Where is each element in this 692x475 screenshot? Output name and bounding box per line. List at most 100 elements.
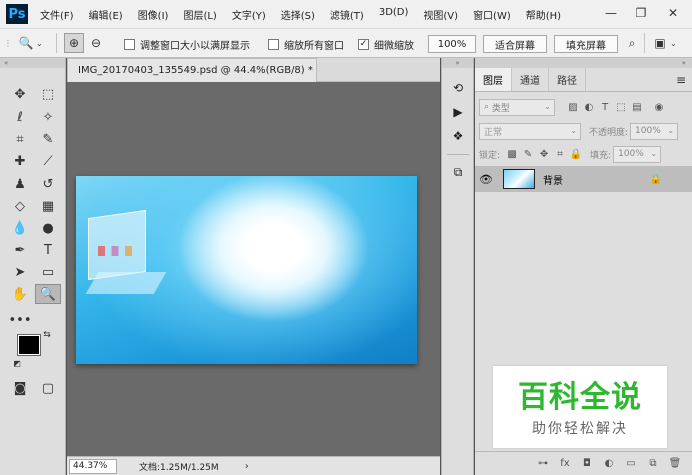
pen-tool-icon[interactable]: ✒	[7, 240, 33, 260]
properties-panel-icon[interactable]: ⧉	[447, 162, 469, 182]
filter-smart-object-icon[interactable]: ▤	[629, 99, 645, 115]
menu-select[interactable]: 选择(S)	[281, 7, 315, 22]
lock-all-icon[interactable]: 🔒	[568, 146, 584, 162]
zoom-all-checkbox[interactable]	[268, 39, 279, 50]
default-colors-icon[interactable]: ◩	[10, 356, 24, 370]
hand-tool-icon[interactable]: ✋	[7, 284, 33, 304]
zoom-out-icon[interactable]: ⊖	[86, 33, 106, 53]
move-tool-icon[interactable]: ✥	[7, 84, 33, 104]
grip-icon: ⋮	[4, 38, 12, 48]
quick-mask-icon[interactable]: ◙	[7, 378, 33, 398]
zoom-tool-icon[interactable]: 🔍	[35, 284, 61, 304]
new-layer-icon[interactable]: ⧉	[642, 458, 664, 469]
path-selection-tool-icon[interactable]: ➤	[7, 262, 33, 282]
status-zoom-input[interactable]: 44.37%	[69, 458, 117, 474]
screen-mode-icon[interactable]: ▢	[35, 378, 61, 398]
menu-image[interactable]: 图像(I)	[138, 7, 169, 22]
adjustment-icon[interactable]: ◐	[598, 458, 620, 469]
eye-icon[interactable]: 👁	[475, 173, 497, 186]
trash-icon[interactable]: 🗑	[664, 458, 686, 469]
panel-collapse-icon[interactable]: «	[0, 58, 65, 68]
status-menu-icon[interactable]: ›	[245, 461, 249, 472]
actions-panel-icon[interactable]: ▶	[447, 102, 469, 122]
tab-channels[interactable]: 通道	[512, 68, 549, 91]
fit-screen-button[interactable]: 适合屏幕	[483, 35, 547, 53]
blend-mode-select[interactable]: 正常 ⌄	[479, 122, 581, 140]
mask-icon[interactable]: ◘	[576, 458, 598, 469]
zoom-tool-preset-icon[interactable]: 🔍	[16, 33, 36, 53]
menu-file[interactable]: 文件(F)	[40, 7, 74, 22]
filter-toggle-icon[interactable]: ◉	[651, 99, 667, 115]
document-tab[interactable]: IMG_20170403_135549.psd @ 44.4%(RGB/8) *…	[67, 58, 330, 82]
marquee-tool-icon[interactable]: ⬚	[35, 84, 61, 104]
eraser-tool-icon[interactable]: ◇	[7, 196, 33, 216]
resize-windows-checkbox[interactable]	[124, 39, 135, 50]
zoom-percent-button[interactable]: 100%	[428, 35, 476, 53]
stand-print	[98, 246, 132, 256]
type-tool-icon[interactable]: T	[35, 240, 61, 260]
menu-view[interactable]: 视图(V)	[423, 7, 458, 22]
layer-row[interactable]: 👁 背景 🔒	[475, 166, 692, 192]
filter-kind-select[interactable]: ⌕ 类型 ⌄	[479, 98, 555, 116]
history-panel-icon[interactable]: ⟲	[447, 78, 469, 98]
clone-stamp-tool-icon[interactable]: ♟	[7, 174, 33, 194]
swap-colors-icon[interactable]: ⇆	[40, 328, 54, 342]
foreground-color-swatch[interactable]	[17, 334, 41, 356]
fill-screen-button[interactable]: 填充屏幕	[554, 35, 618, 53]
filter-adjustment-icon[interactable]: ◐	[581, 99, 597, 115]
filter-pixel-icon[interactable]: ▨	[565, 99, 581, 115]
acrylic-stand	[88, 209, 146, 281]
fx-icon[interactable]: fx	[554, 458, 576, 469]
menu-3d[interactable]: 3D(D)	[379, 7, 409, 22]
blur-tool-icon[interactable]: 💧	[7, 218, 33, 238]
tab-paths[interactable]: 路径	[549, 68, 586, 91]
eyedropper-tool-icon[interactable]: ✎	[35, 129, 61, 149]
fill-input[interactable]: 100% ⌄	[613, 145, 662, 163]
filter-type-icon[interactable]: T	[597, 99, 613, 115]
divider	[644, 33, 645, 53]
scrubby-zoom-label: 细微缩放	[374, 41, 414, 52]
panel-collapse-icon[interactable]: »	[442, 58, 473, 68]
scrubby-zoom-checkbox[interactable]: ✓	[358, 39, 369, 50]
zoom-in-icon[interactable]: ⊕	[64, 33, 84, 53]
healing-brush-tool-icon[interactable]: ✚	[7, 151, 33, 171]
rectangle-tool-icon[interactable]: ▭	[35, 262, 61, 282]
crop-tool-icon[interactable]: ⌗	[7, 129, 33, 149]
magic-wand-tool-icon[interactable]: ✧	[35, 107, 61, 127]
menu-type[interactable]: 文字(Y)	[232, 7, 266, 22]
3d-panel-icon[interactable]: ❖	[447, 126, 469, 146]
folder-icon[interactable]: ▭	[620, 458, 642, 469]
close-button[interactable]: ✕	[662, 4, 684, 22]
dodge-tool-icon[interactable]: ●	[35, 218, 61, 238]
gradient-tool-icon[interactable]: ▦	[35, 196, 61, 216]
lock-image-icon[interactable]: ✎	[520, 146, 536, 162]
lasso-tool-icon[interactable]: ℓ	[7, 107, 33, 127]
restore-button[interactable]: ❐	[630, 4, 652, 22]
lock-artboard-icon[interactable]: ⌗	[552, 146, 568, 162]
photoshop-logo: Ps	[6, 4, 28, 24]
lock-transparent-icon[interactable]: ▩	[504, 146, 520, 162]
tab-layers[interactable]: 图层	[475, 68, 512, 91]
menu-layer[interactable]: 图层(L)	[183, 7, 216, 22]
search-icon[interactable]: ⌕	[622, 33, 642, 53]
panel-menu-icon[interactable]: ≡	[676, 73, 686, 87]
filter-shape-icon[interactable]: ⬚	[613, 99, 629, 115]
more-tools-icon[interactable]: •••	[7, 310, 33, 330]
minimize-button[interactable]: —	[600, 4, 622, 22]
link-icon[interactable]: ⊶	[532, 458, 554, 469]
menu-window[interactable]: 窗口(W)	[473, 7, 511, 22]
panel-collapse-icon[interactable]: »	[475, 58, 692, 68]
tab-strip	[317, 58, 440, 82]
history-brush-tool-icon[interactable]: ↺	[35, 174, 61, 194]
workspace-icon[interactable]: ▣	[650, 33, 670, 53]
divider	[56, 33, 57, 53]
menu-help[interactable]: 帮助(H)	[526, 7, 561, 22]
opacity-input[interactable]: 100% ⌄	[630, 122, 679, 140]
chevron-down-icon[interactable]: ⌄	[670, 39, 677, 48]
chevron-down-icon[interactable]: ⌄	[36, 39, 43, 48]
canvas-image[interactable]	[76, 176, 417, 364]
menu-edit[interactable]: 编辑(E)	[89, 7, 123, 22]
brush-tool-icon[interactable]: ⟋	[35, 151, 61, 171]
lock-position-icon[interactable]: ✥	[536, 146, 552, 162]
menu-filter[interactable]: 滤镜(T)	[330, 7, 364, 22]
